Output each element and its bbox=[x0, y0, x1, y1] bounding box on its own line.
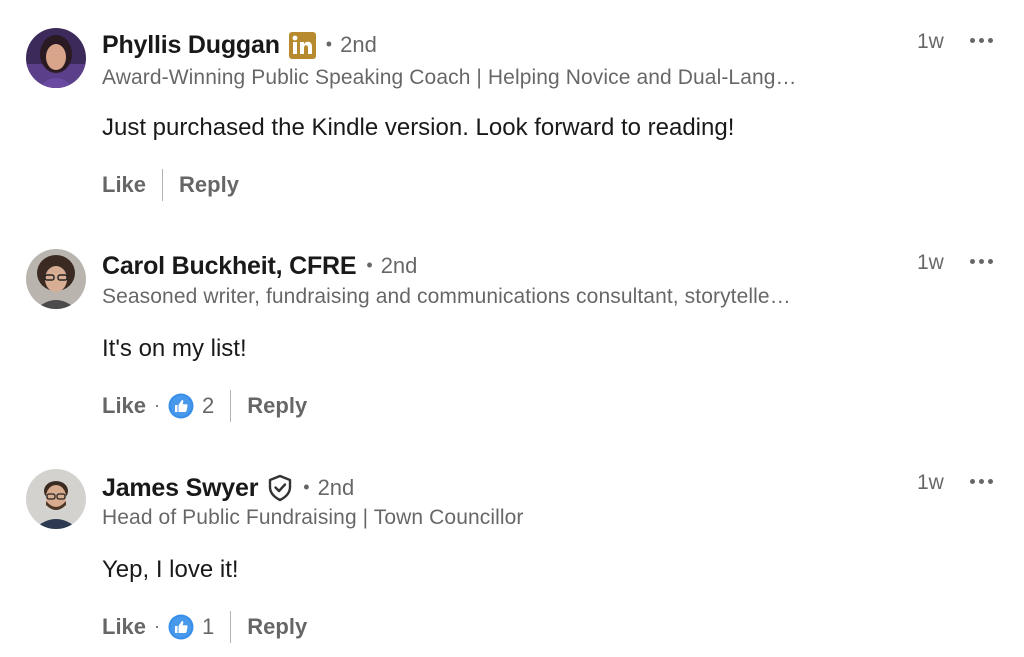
comment-text: Yep, I love it! bbox=[102, 556, 239, 583]
comment-actions: Like · 1 Reply bbox=[102, 610, 307, 644]
reaction-count[interactable]: 2 bbox=[202, 393, 214, 419]
connection-degree: • 2nd bbox=[325, 32, 377, 57]
author-name[interactable]: Phyllis Duggan bbox=[102, 31, 280, 60]
author-line: Carol Buckheit, CFRE • 2nd bbox=[102, 249, 417, 283]
author-line: Phyllis Duggan • 2nd bbox=[102, 28, 377, 62]
more-options-icon[interactable] bbox=[970, 479, 993, 484]
like-button[interactable]: Like bbox=[102, 172, 146, 198]
avatar[interactable] bbox=[26, 28, 86, 88]
more-options-icon[interactable] bbox=[970, 38, 993, 43]
separator-dot: · bbox=[154, 615, 161, 636]
like-reaction-icon[interactable] bbox=[168, 393, 194, 419]
like-button[interactable]: Like bbox=[102, 393, 146, 419]
divider bbox=[230, 611, 232, 643]
avatar[interactable] bbox=[26, 249, 86, 309]
comment-time: 1w bbox=[917, 30, 944, 53]
comment-text: It's on my list! bbox=[102, 335, 247, 362]
linkedin-icon bbox=[288, 31, 316, 59]
author-name[interactable]: Carol Buckheit, CFRE bbox=[102, 252, 357, 281]
divider bbox=[162, 169, 164, 201]
like-reaction-icon[interactable] bbox=[168, 614, 194, 640]
author-headline: Head of Public Fundraising | Town Counci… bbox=[102, 506, 524, 529]
author-line: James Swyer • 2nd bbox=[102, 471, 354, 505]
comment-actions: Like Reply bbox=[102, 168, 239, 202]
comment-time: 1w bbox=[917, 251, 944, 274]
reply-button[interactable]: Reply bbox=[179, 172, 239, 198]
author-headline: Seasoned writer, fundraising and communi… bbox=[102, 285, 791, 308]
divider bbox=[230, 390, 232, 422]
comment-time: 1w bbox=[917, 471, 944, 494]
comment-text: Just purchased the Kindle version. Look … bbox=[102, 114, 735, 141]
connection-degree: • 2nd bbox=[366, 253, 418, 278]
reply-button[interactable]: Reply bbox=[247, 393, 307, 419]
author-name[interactable]: James Swyer bbox=[102, 474, 258, 503]
reply-button[interactable]: Reply bbox=[247, 614, 307, 640]
verified-shield-icon bbox=[267, 474, 293, 502]
avatar[interactable] bbox=[26, 469, 86, 529]
reaction-count[interactable]: 1 bbox=[202, 614, 214, 640]
comment-actions: Like · 2 Reply bbox=[102, 389, 307, 423]
more-options-icon[interactable] bbox=[970, 259, 993, 264]
author-headline: Award-Winning Public Speaking Coach | He… bbox=[102, 66, 797, 89]
separator-dot: · bbox=[154, 394, 161, 415]
like-button[interactable]: Like bbox=[102, 614, 146, 640]
connection-degree: • 2nd bbox=[303, 475, 355, 500]
